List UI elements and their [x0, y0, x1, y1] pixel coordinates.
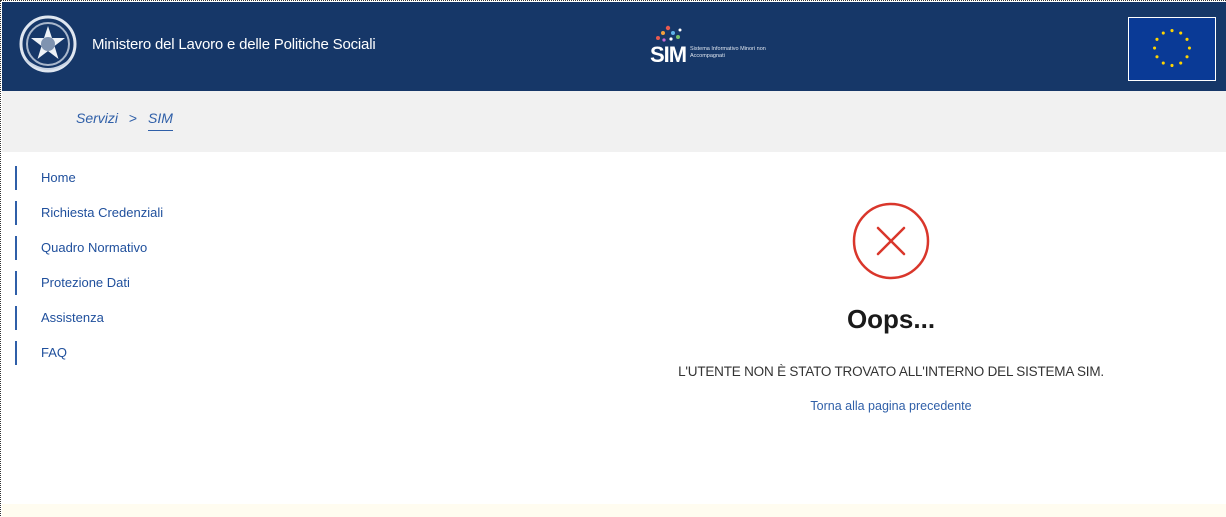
- sidebar-item-home[interactable]: Home: [15, 166, 235, 190]
- circle-x-icon: [852, 202, 930, 280]
- breadcrumb-item-sim[interactable]: SIM: [147, 110, 173, 131]
- back-link[interactable]: Torna alla pagina precedente: [741, 399, 1041, 413]
- sim-logo[interactable]: SIM Sistema Informativo Minori non Accom…: [648, 22, 808, 72]
- italian-republic-emblem-icon[interactable]: [16, 12, 80, 78]
- error-message: L'UTENTE NON È STATO TROVATO ALL'INTERNO…: [678, 364, 1104, 379]
- breadcrumb: Servizi > SIM: [76, 110, 173, 131]
- sidebar-item-assistenza[interactable]: Assistenza: [15, 306, 235, 330]
- sim-dots-icon: [656, 25, 682, 42]
- sim-logo-text: SIM: [650, 42, 687, 67]
- breadcrumb-bar: Servizi > SIM: [2, 91, 1226, 152]
- breadcrumb-separator: >: [128, 110, 138, 126]
- sidebar-item-richiesta-credenziali[interactable]: Richiesta Credenziali: [15, 201, 235, 225]
- sidebar-item-protezione-dati[interactable]: Protezione Dati: [15, 271, 235, 295]
- sidebar-item-faq[interactable]: FAQ: [15, 341, 235, 365]
- eu-flag-icon: [1128, 17, 1216, 81]
- ministry-title[interactable]: Ministero del Lavoro e delle Politiche S…: [92, 36, 376, 53]
- sim-logo-subtitle: Sistema Informativo Minori non Accompagn…: [690, 46, 766, 59]
- sidebar-item-quadro-normativo[interactable]: Quadro Normativo: [15, 236, 235, 260]
- error-title: Oops...: [846, 304, 936, 334]
- breadcrumb-item-servizi[interactable]: Servizi: [76, 110, 118, 126]
- footer-strip: [2, 504, 1226, 517]
- page: Ministero del Lavoro e delle Politiche S…: [0, 0, 1226, 517]
- site-header: Ministero del Lavoro e delle Politiche S…: [2, 2, 1226, 91]
- sidebar-nav: Home Richiesta Credenziali Quadro Normat…: [15, 166, 235, 376]
